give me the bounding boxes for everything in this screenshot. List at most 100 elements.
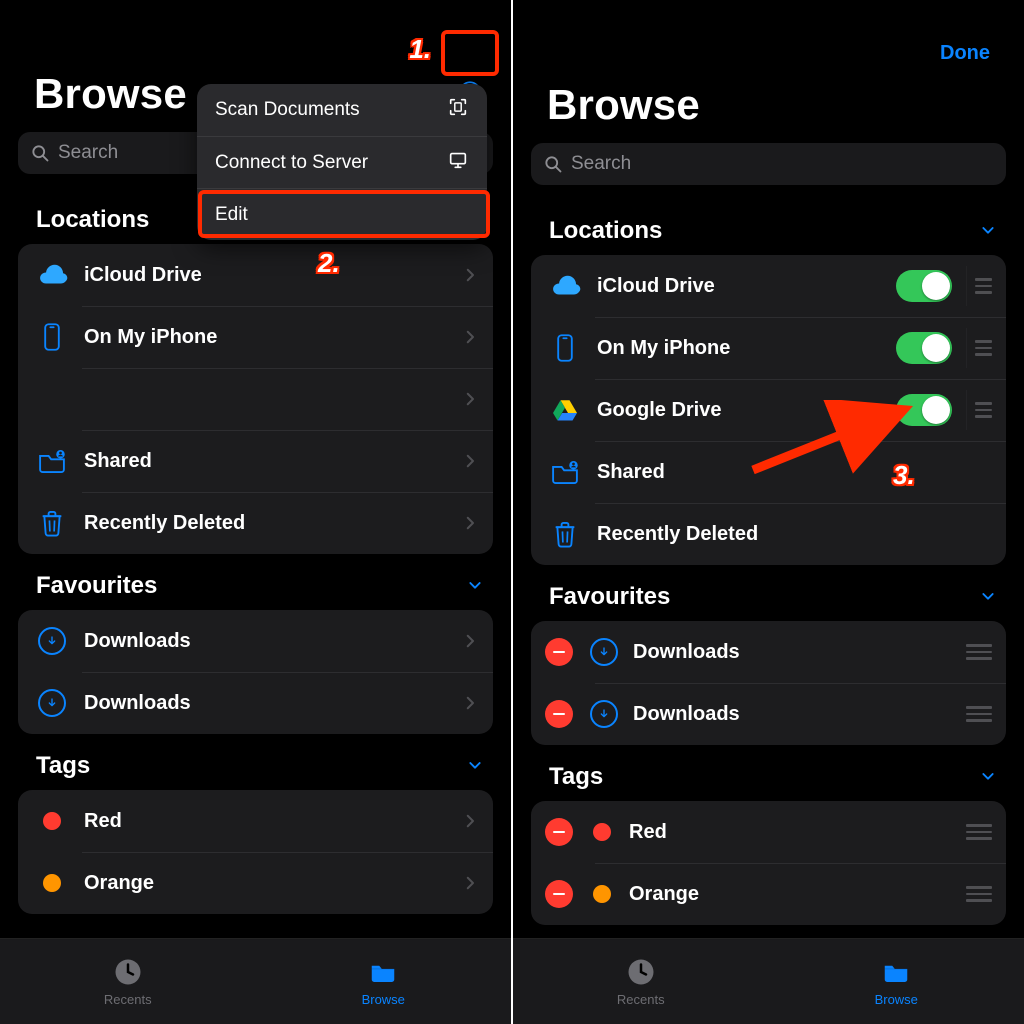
chevron-down-icon[interactable] — [980, 217, 996, 245]
drag-handle-icon[interactable] — [966, 694, 992, 734]
tags-section: Tags Red Orange — [0, 734, 511, 914]
remove-button[interactable] — [545, 818, 573, 846]
location-recently-deleted[interactable]: Recently Deleted — [531, 503, 1006, 565]
chevron-right-icon — [461, 632, 479, 650]
annotation-box-1 — [441, 30, 499, 76]
download-icon — [587, 632, 621, 672]
icloud-icon — [545, 266, 585, 306]
list-item-label: Recently Deleted — [597, 523, 992, 546]
google-drive-icon — [545, 390, 585, 430]
drag-handle-icon[interactable] — [966, 328, 992, 368]
folder-icon — [368, 957, 398, 990]
location-shared[interactable]: Shared — [18, 430, 493, 492]
phone-right: Done Browse Search Locations iCloud Driv… — [513, 0, 1024, 1024]
page-title: Browse — [547, 81, 700, 129]
drag-handle-icon[interactable] — [966, 874, 992, 914]
search-input[interactable]: Search — [531, 143, 1006, 185]
tab-recents[interactable]: Recents — [0, 939, 256, 1024]
locations-section: Locations iCloud Drive On My iPhone — [513, 199, 1024, 565]
location-icloud: iCloud Drive — [531, 255, 1006, 317]
clock-icon — [626, 957, 656, 990]
search-icon — [543, 154, 563, 174]
chevron-right-icon — [461, 694, 479, 712]
remove-button[interactable] — [545, 638, 573, 666]
list-item-label: iCloud Drive — [597, 275, 896, 298]
favourites-header: Favourites — [549, 583, 670, 611]
tag-red[interactable]: Red — [18, 790, 493, 852]
location-on-my-iphone[interactable]: On My iPhone — [18, 306, 493, 368]
folder-icon — [881, 957, 911, 990]
search-icon — [30, 143, 50, 163]
remove-button[interactable] — [545, 880, 573, 908]
favourites-header: Favourites — [36, 572, 157, 600]
locations-header: Locations — [549, 217, 662, 245]
favourites-section: Favourites Downloads Downloads — [0, 554, 511, 734]
list-item-label: Downloads — [633, 703, 966, 726]
tab-label: Recents — [617, 992, 665, 1007]
drag-handle-icon[interactable] — [966, 266, 992, 306]
menu-connect-server[interactable]: Connect to Server — [197, 136, 487, 188]
list-item-label: Red — [84, 810, 461, 833]
chevron-down-icon[interactable] — [980, 583, 996, 611]
tags-header: Tags — [36, 752, 90, 780]
chevron-right-icon — [461, 514, 479, 532]
tag-dot-red-icon — [32, 801, 72, 841]
tab-recents[interactable]: Recents — [513, 939, 769, 1024]
menu-item-label: Scan Documents — [215, 99, 360, 121]
favourite-downloads[interactable]: Downloads — [18, 610, 493, 672]
menu-scan-documents[interactable]: Scan Documents — [197, 84, 487, 136]
list-item-label: On My iPhone — [597, 337, 896, 360]
chevron-right-icon — [461, 266, 479, 284]
list-item-label: iCloud Drive — [84, 264, 461, 287]
tag-orange[interactable]: Orange — [18, 852, 493, 914]
chevron-right-icon — [461, 328, 479, 346]
done-button[interactable]: Done — [932, 34, 998, 73]
list-item-label: Red — [629, 821, 966, 844]
tab-label: Browse — [362, 992, 405, 1007]
favourites-section: Favourites Downloads Downloads — [513, 565, 1024, 745]
tab-label: Browse — [875, 992, 918, 1007]
tag-orange: Orange — [531, 863, 1006, 925]
chevron-down-icon[interactable] — [467, 572, 483, 600]
chevron-down-icon[interactable] — [467, 752, 483, 780]
page-title: Browse — [34, 70, 187, 118]
chevron-right-icon — [461, 390, 479, 408]
location-icloud[interactable]: iCloud Drive — [18, 244, 493, 306]
download-icon — [32, 621, 72, 661]
tab-browse[interactable]: Browse — [769, 939, 1024, 1024]
toggle-iphone[interactable] — [896, 332, 952, 364]
tab-bar: Recents Browse — [0, 938, 511, 1024]
list-item-label: On My iPhone — [84, 326, 461, 349]
tag-red: Red — [531, 801, 1006, 863]
annotation-box-2 — [198, 190, 490, 238]
shared-folder-icon — [545, 452, 585, 492]
trash-icon — [545, 514, 585, 554]
favourite-downloads[interactable]: Downloads — [18, 672, 493, 734]
tag-dot-red-icon — [587, 812, 617, 852]
phone-left: Browse Search Locations iCloud Drive On … — [0, 0, 511, 1024]
iphone-icon — [545, 328, 585, 368]
locations-header: Locations — [36, 206, 149, 234]
tag-dot-orange-icon — [32, 863, 72, 903]
tab-browse[interactable]: Browse — [256, 939, 512, 1024]
annotation-number-2: 2. — [318, 248, 340, 279]
toggle-icloud[interactable] — [896, 270, 952, 302]
shared-folder-icon — [32, 441, 72, 481]
iphone-icon — [32, 317, 72, 357]
location-recently-deleted[interactable]: Recently Deleted — [18, 492, 493, 554]
drag-handle-icon[interactable] — [966, 390, 992, 430]
chevron-down-icon[interactable] — [980, 763, 996, 791]
tab-bar: Recents Browse — [513, 938, 1024, 1024]
list-item-label: Orange — [84, 872, 461, 895]
location-blank[interactable] — [18, 368, 493, 430]
list-item-label: Downloads — [84, 630, 461, 653]
drag-handle-icon[interactable] — [966, 632, 992, 672]
download-icon — [32, 683, 72, 723]
list-item-label: Shared — [84, 450, 461, 473]
search-placeholder: Search — [571, 153, 631, 175]
locations-section: Locations iCloud Drive On My iPhone — [0, 188, 511, 554]
clock-icon — [113, 957, 143, 990]
icloud-icon — [32, 255, 72, 295]
remove-button[interactable] — [545, 700, 573, 728]
drag-handle-icon[interactable] — [966, 812, 992, 852]
